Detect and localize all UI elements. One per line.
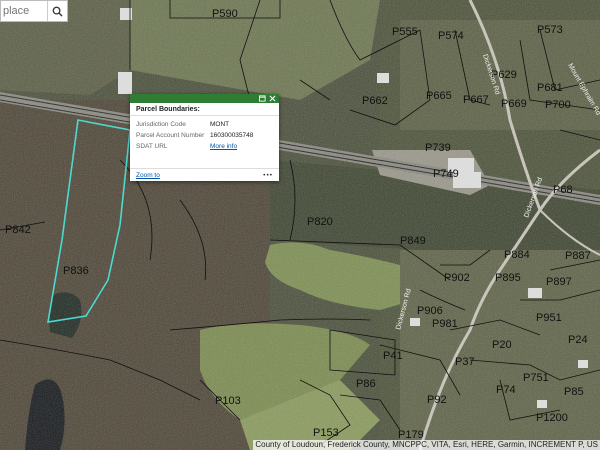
parcel-label: P103 [215, 395, 241, 407]
more-actions-button[interactable]: ••• [263, 172, 273, 179]
parcel-label: P700 [545, 99, 571, 111]
parcel-label: P85 [564, 386, 584, 398]
popup-header [130, 94, 279, 103]
parcel-label: P884 [504, 249, 530, 261]
parcel-label: P739 [425, 142, 451, 154]
zoom-to-link[interactable]: Zoom to [136, 172, 160, 179]
attribute-row-account: Parcel Account Number 160300035748 [136, 130, 273, 141]
parcel-popup: Parcel Boundaries: Jurisdiction Code MON… [130, 94, 279, 181]
aerial-imagery [0, 0, 600, 450]
parcel-label: P842 [5, 224, 31, 236]
search-icon [52, 6, 63, 17]
parcel-label: P20 [492, 339, 512, 351]
parcel-label: P574 [438, 30, 464, 42]
parcel-label: P902 [444, 272, 470, 284]
popup-attributes: Jurisdiction Code MONT Parcel Account Nu… [130, 116, 279, 155]
parcel-label: P836 [63, 265, 89, 277]
map-view[interactable]: P590P555 P574 P573P629P681P662 P665 P667 P669… [0, 0, 600, 450]
search-button[interactable] [47, 1, 67, 21]
popup-footer: Zoom to ••• [130, 168, 279, 181]
parcel-label: P41 [383, 350, 403, 362]
search-box [0, 0, 68, 22]
attribute-row-sdat: SDAT URL More info [136, 141, 273, 152]
parcel-label: P92 [427, 394, 447, 406]
parcel-label: P555 [392, 26, 418, 38]
parcel-label: P751 [523, 372, 549, 384]
parcel-label: P667 [463, 94, 489, 106]
parcel-label: P153 [313, 427, 339, 439]
map-attribution: County of Loudoun, Frederick County, MNC… [253, 440, 600, 450]
parcel-label: P590 [212, 8, 238, 20]
parcel-label: P86 [356, 378, 376, 390]
parcel-label: P820 [307, 216, 333, 228]
parcel-label: P662 [362, 95, 388, 107]
attribute-value: MONT [210, 121, 230, 128]
attribute-key: Parcel Account Number [136, 132, 205, 139]
search-input[interactable] [1, 2, 47, 20]
parcel-label: P897 [546, 276, 572, 288]
close-icon[interactable] [269, 95, 276, 102]
parcel-label: P669 [501, 98, 527, 110]
parcel-label: P74 [496, 384, 516, 396]
parcel-label: P665 [426, 90, 452, 102]
parcel-label: P981 [432, 318, 458, 330]
parcel-label: P895 [495, 272, 521, 284]
attribute-key: Jurisdiction Code [136, 121, 186, 128]
parcel-label: P1200 [536, 412, 568, 424]
attribute-row-jurisdiction: Jurisdiction Code MONT [136, 119, 273, 130]
parcel-label: P849 [400, 235, 426, 247]
parcel-label: P681 [537, 82, 563, 94]
attribute-key: SDAT URL [136, 143, 168, 150]
parcel-label: P68 [553, 184, 573, 196]
parcel-label: P37 [455, 356, 475, 368]
dock-icon[interactable] [259, 95, 266, 102]
parcel-label: P951 [536, 312, 562, 324]
parcel-label: P749 [433, 168, 459, 180]
sdat-more-info-link[interactable]: More info [210, 143, 237, 150]
parcel-label: P887 [565, 250, 591, 262]
parcel-label: P24 [568, 334, 588, 346]
popup-title: Parcel Boundaries: [130, 103, 279, 116]
parcel-label: P906 [417, 305, 443, 317]
parcel-label: P573 [537, 24, 563, 36]
attribute-value: 160300035748 [210, 132, 254, 139]
